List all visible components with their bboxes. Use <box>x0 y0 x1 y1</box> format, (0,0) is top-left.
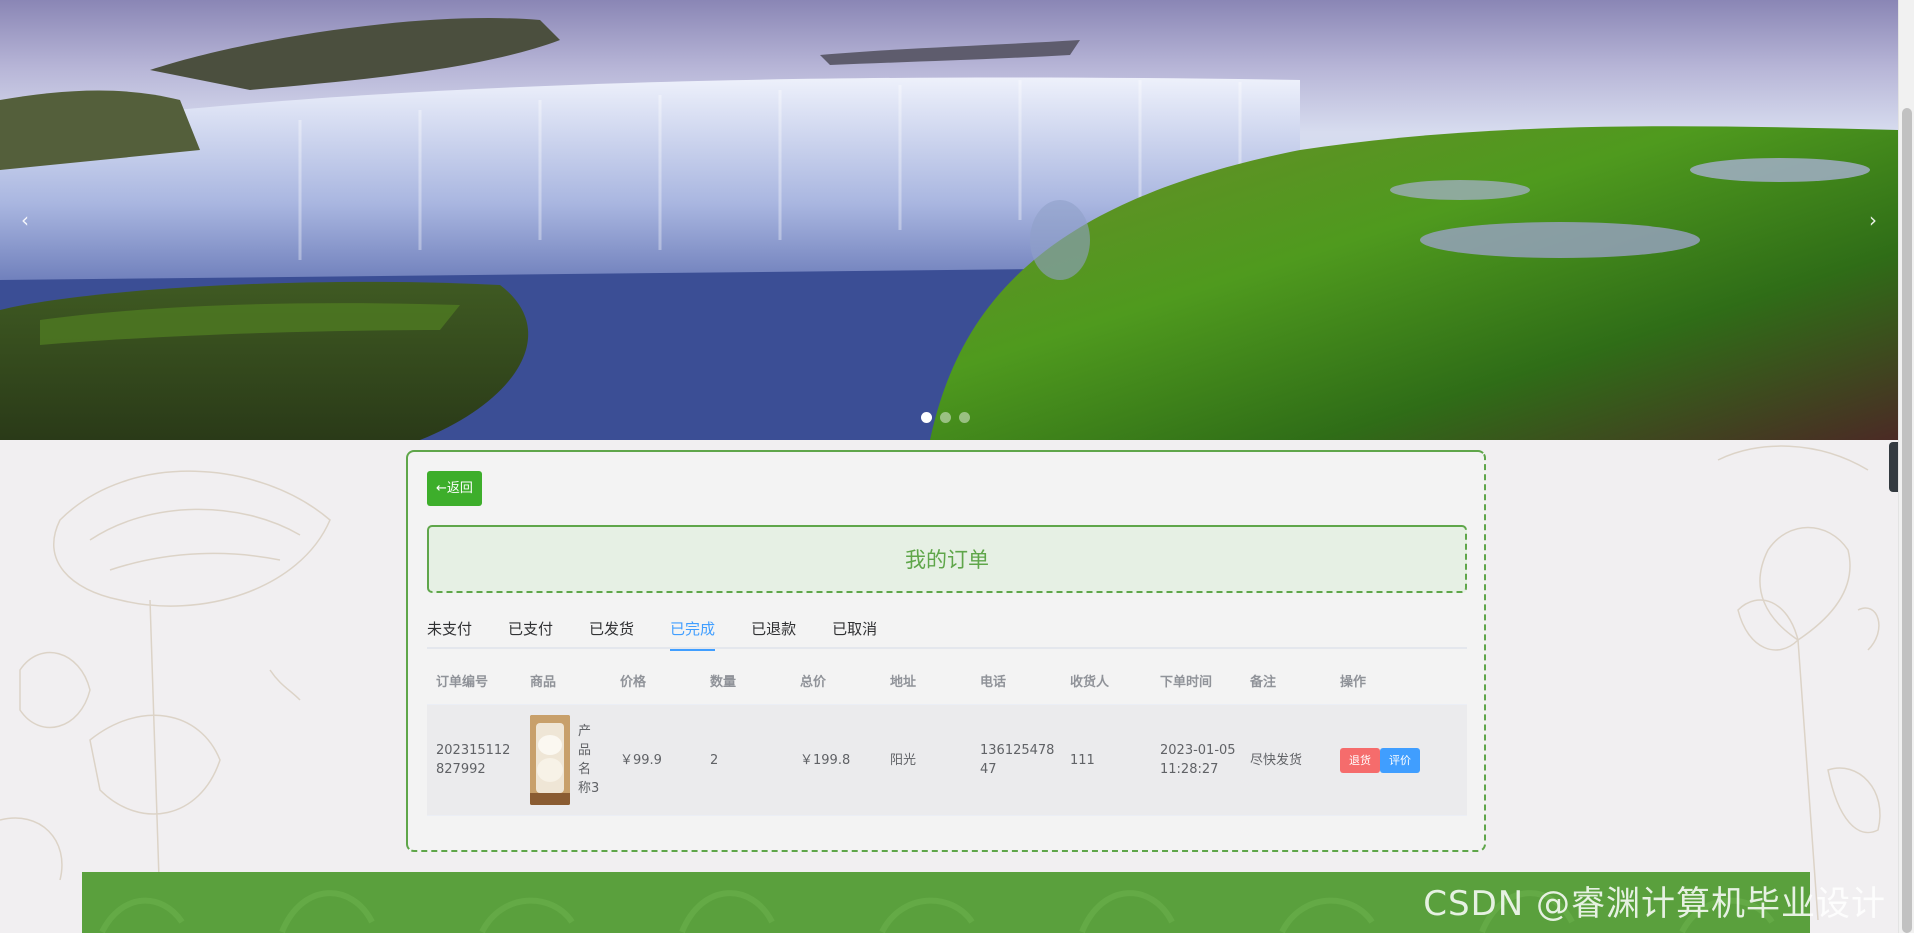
col-actions: 操作 <box>1340 675 1367 690</box>
cell-order-no: 202315112827992 <box>436 743 511 777</box>
tab-shipped[interactable]: 已发货 <box>589 615 634 649</box>
col-time: 下单时间 <box>1160 675 1213 690</box>
carousel-dot-1[interactable] <box>921 412 932 423</box>
cell-receiver: 111 <box>1070 752 1095 768</box>
col-total: 总价 <box>800 675 827 690</box>
chevron-right-icon: › <box>1869 208 1877 232</box>
order-card: ←返回 我的订单 未支付 已支付 已发货 已完成 已退款 已取消 订单编号 商品… <box>406 450 1486 852</box>
cell-qty: 2 <box>710 752 719 768</box>
cell-price: ￥99.9 <box>620 752 662 768</box>
col-goods: 商品 <box>530 675 557 690</box>
cell-actions: 退货 评价 <box>1331 747 1467 773</box>
cell-total: ￥199.8 <box>800 752 851 768</box>
lotus-decoration-right <box>1717 445 1881 921</box>
cell-phone: 13612547847 <box>980 743 1055 777</box>
carousel-next-button[interactable]: › <box>1858 205 1888 235</box>
page-scrollbar[interactable] <box>1898 0 1914 933</box>
page-title: 我的订单 <box>905 548 989 572</box>
carousel-indicators <box>921 412 970 423</box>
scrollbar-thumb[interactable] <box>1902 108 1912 933</box>
back-button[interactable]: ←返回 <box>427 471 482 506</box>
cell-time: 2023-01-05 11:28:27 <box>1160 743 1236 777</box>
carousel-dot-3[interactable] <box>959 412 970 423</box>
tab-cancelled[interactable]: 已取消 <box>832 615 877 649</box>
col-phone: 电话 <box>980 675 1007 690</box>
carousel-dot-2[interactable] <box>940 412 951 423</box>
col-address: 地址 <box>890 675 917 690</box>
product-thumbnail[interactable] <box>530 715 570 805</box>
tab-completed[interactable]: 已完成 <box>670 615 716 651</box>
carousel-prev-button[interactable]: ‹ <box>10 205 40 235</box>
product-name: 产品名称3 <box>578 724 600 796</box>
page-title-box: 我的订单 <box>427 525 1467 593</box>
carousel-slide-image <box>0 0 1898 440</box>
tab-refunded[interactable]: 已退款 <box>751 615 796 649</box>
hero-carousel: ‹ › <box>0 0 1898 440</box>
col-order-no: 订单编号 <box>436 675 489 690</box>
cell-address: 阳光 <box>890 752 917 768</box>
table-header: 订单编号 商品 价格 数量 总价 地址 电话 收货人 下单时间 备注 操作 <box>427 661 1467 705</box>
chevron-left-icon: ‹ <box>21 208 29 232</box>
table-row: 202315112827992 产品名称3 ￥99.9 2 ￥199.8 阳光 <box>427 705 1467 816</box>
lotus-decoration-left <box>0 470 331 911</box>
tab-paid[interactable]: 已支付 <box>508 615 553 649</box>
col-remark: 备注 <box>1250 675 1277 690</box>
refund-button[interactable]: 退货 <box>1340 747 1380 773</box>
csdn-watermark: CSDN @睿渊计算机毕业设计 <box>1423 884 1886 924</box>
order-table: 订单编号 商品 价格 数量 总价 地址 电话 收货人 下单时间 备注 操作 20… <box>427 661 1467 816</box>
cell-remark: 尽快发货 <box>1250 752 1303 768</box>
col-price: 价格 <box>620 675 647 690</box>
review-button[interactable]: 评价 <box>1380 747 1420 773</box>
tab-unpaid[interactable]: 未支付 <box>427 615 472 649</box>
cell-goods: 产品名称3 <box>521 715 611 805</box>
order-status-tabs: 未支付 已支付 已发货 已完成 已退款 已取消 <box>427 615 1467 651</box>
col-receiver: 收货人 <box>1070 675 1110 690</box>
col-qty: 数量 <box>710 675 737 690</box>
